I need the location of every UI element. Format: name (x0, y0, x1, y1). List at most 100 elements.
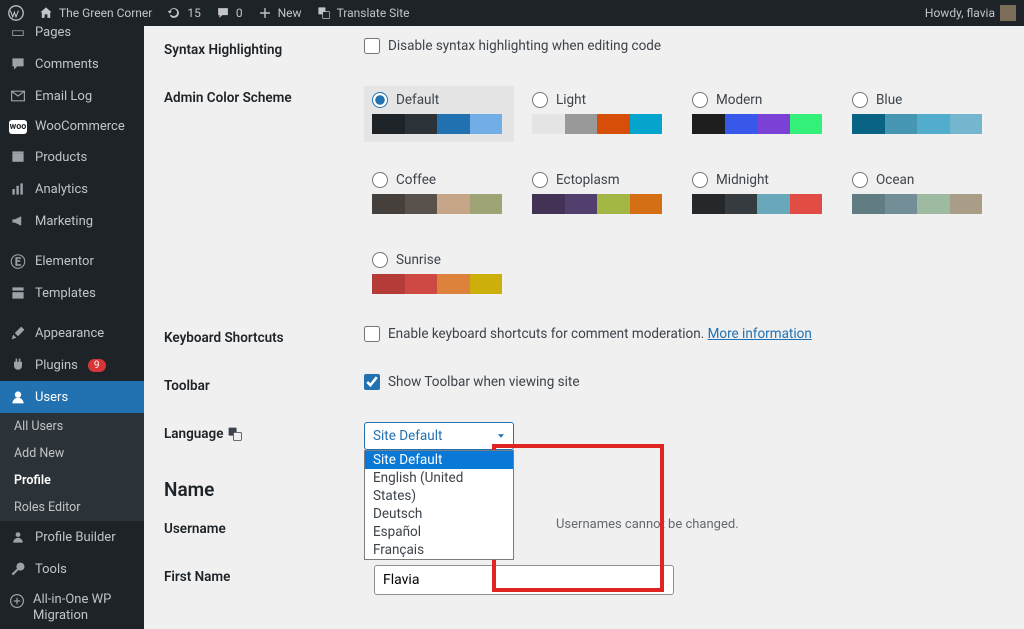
admin-bar: The Green Corner 15 0 New Translate Site… (0, 0, 1024, 26)
comment-icon (9, 55, 27, 73)
toolbar-checkbox-label[interactable]: Show Toolbar when viewing site (364, 374, 994, 390)
toolbar-checkbox[interactable] (364, 374, 380, 390)
submenu-add-new[interactable]: Add New (0, 440, 144, 467)
scheme-light-radio[interactable] (532, 92, 548, 108)
language-option[interactable]: Français (365, 541, 513, 559)
scheme-ectoplasm[interactable]: Ectoplasm (524, 166, 674, 222)
translate-icon (227, 426, 243, 442)
brush-icon (9, 324, 27, 342)
language-option[interactable]: Español (365, 523, 513, 541)
submenu-profile[interactable]: Profile (0, 467, 144, 494)
site-name-link[interactable]: The Green Corner (38, 5, 152, 21)
megaphone-icon (9, 212, 27, 230)
sidebar-item-woocommerce[interactable]: wooWooCommerce (0, 112, 144, 141)
scheme-sunrise-radio[interactable] (372, 252, 388, 268)
email-icon (9, 87, 27, 105)
toolbar-label: Toolbar (164, 362, 354, 410)
scheme-default-radio[interactable] (372, 92, 388, 108)
site-name-text: The Green Corner (59, 6, 152, 20)
kb-checkbox-label[interactable]: Enable keyboard shortcuts for comment mo… (364, 326, 994, 342)
howdy-link[interactable]: Howdy, flavia (925, 5, 1016, 21)
scheme-light[interactable]: Light (524, 86, 674, 142)
new-link[interactable]: New (257, 5, 302, 21)
users-icon (9, 388, 27, 406)
syntax-checkbox[interactable] (364, 38, 380, 54)
syntax-checkbox-label[interactable]: Disable syntax highlighting when editing… (364, 38, 994, 54)
scheme-blue[interactable]: Blue (844, 86, 994, 142)
kb-more-link[interactable]: More information (708, 326, 812, 342)
scheme-modern-radio[interactable] (692, 92, 708, 108)
sidebar-item-marketing[interactable]: Marketing (0, 205, 144, 237)
migration-icon (9, 592, 25, 610)
translate-link[interactable]: Translate Site (316, 5, 410, 21)
sidebar-item-profile-builder[interactable]: Profile Builder (0, 521, 144, 553)
scheme-midnight-radio[interactable] (692, 172, 708, 188)
scheme-modern[interactable]: Modern (684, 86, 834, 142)
name-section-heading: Name (164, 462, 1004, 505)
firstname-label: First Name (164, 553, 364, 607)
update-icon (166, 5, 182, 21)
wp-logo[interactable] (8, 5, 24, 21)
sidebar-item-products[interactable]: Products (0, 141, 144, 173)
comment-icon (215, 5, 231, 21)
kb-label: Keyboard Shortcuts (164, 314, 354, 362)
sidebar-item-analytics[interactable]: Analytics (0, 173, 144, 205)
updates-link[interactable]: 15 (166, 5, 201, 21)
comments-link[interactable]: 0 (215, 5, 243, 21)
sidebar-item-aio-migration[interactable]: All-in-One WP Migration (0, 585, 144, 629)
plugin-icon (9, 356, 27, 374)
comments-count: 0 (236, 6, 243, 20)
profile-builder-icon (9, 528, 27, 546)
sidebar-item-comments[interactable]: Comments (0, 48, 144, 80)
sidebar-item-tools[interactable]: Tools (0, 553, 144, 585)
scheme-label: Admin Color Scheme (164, 74, 354, 314)
username-label: Username (164, 505, 364, 553)
admin-sidebar: ▭Pages Comments Email Log wooWooCommerce… (0, 26, 144, 629)
tools-icon (9, 560, 27, 578)
updates-count: 15 (187, 6, 201, 20)
scheme-ocean-radio[interactable] (852, 172, 868, 188)
language-label: Language (164, 410, 354, 462)
scheme-ocean[interactable]: Ocean (844, 166, 994, 222)
color-schemes: Default Light Modern Blue (364, 86, 994, 302)
scheme-coffee[interactable]: Coffee (364, 166, 514, 222)
language-option[interactable]: Deutsch (365, 505, 513, 523)
sidebar-item-users[interactable]: Users (0, 381, 144, 413)
translate-text: Translate Site (337, 6, 410, 20)
submenu-all-users[interactable]: All Users (0, 413, 144, 440)
language-select[interactable]: Site Default (364, 422, 514, 450)
language-option[interactable]: English (United States) (365, 469, 513, 505)
submenu-roles-editor[interactable]: Roles Editor (0, 494, 144, 521)
wordpress-icon (8, 5, 24, 21)
avatar (1000, 5, 1016, 21)
woocommerce-icon: woo (9, 120, 27, 134)
scheme-coffee-radio[interactable] (372, 172, 388, 188)
sidebar-item-templates[interactable]: Templates (0, 277, 144, 309)
scheme-sunrise[interactable]: Sunrise (364, 246, 514, 302)
plus-icon (257, 5, 273, 21)
language-option[interactable]: Site Default (365, 451, 513, 469)
sidebar-item-email-log[interactable]: Email Log (0, 80, 144, 112)
chevron-down-icon (495, 430, 507, 442)
new-text: New (278, 6, 302, 20)
firstname-input[interactable] (374, 565, 674, 595)
kb-checkbox[interactable] (364, 326, 380, 342)
templates-icon (9, 284, 27, 302)
analytics-icon (9, 180, 27, 198)
page-icon: ▭ (9, 26, 27, 41)
scheme-ectoplasm-radio[interactable] (532, 172, 548, 188)
sidebar-item-pages[interactable]: ▭Pages (0, 26, 144, 48)
home-icon (38, 5, 54, 21)
howdy-text: Howdy, flavia (925, 6, 995, 20)
sidebar-item-elementor[interactable]: ⒺElementor (0, 245, 144, 277)
scheme-midnight[interactable]: Midnight (684, 166, 834, 222)
scheme-default[interactable]: Default (364, 86, 514, 142)
products-icon (9, 148, 27, 166)
plugins-badge: 9 (88, 359, 106, 372)
language-select-value: Site Default (373, 428, 442, 444)
scheme-blue-radio[interactable] (852, 92, 868, 108)
sidebar-item-appearance[interactable]: Appearance (0, 317, 144, 349)
language-options: Site Default English (United States) Deu… (364, 450, 514, 560)
translate-icon (316, 5, 332, 21)
sidebar-item-plugins[interactable]: Plugins9 (0, 349, 144, 381)
